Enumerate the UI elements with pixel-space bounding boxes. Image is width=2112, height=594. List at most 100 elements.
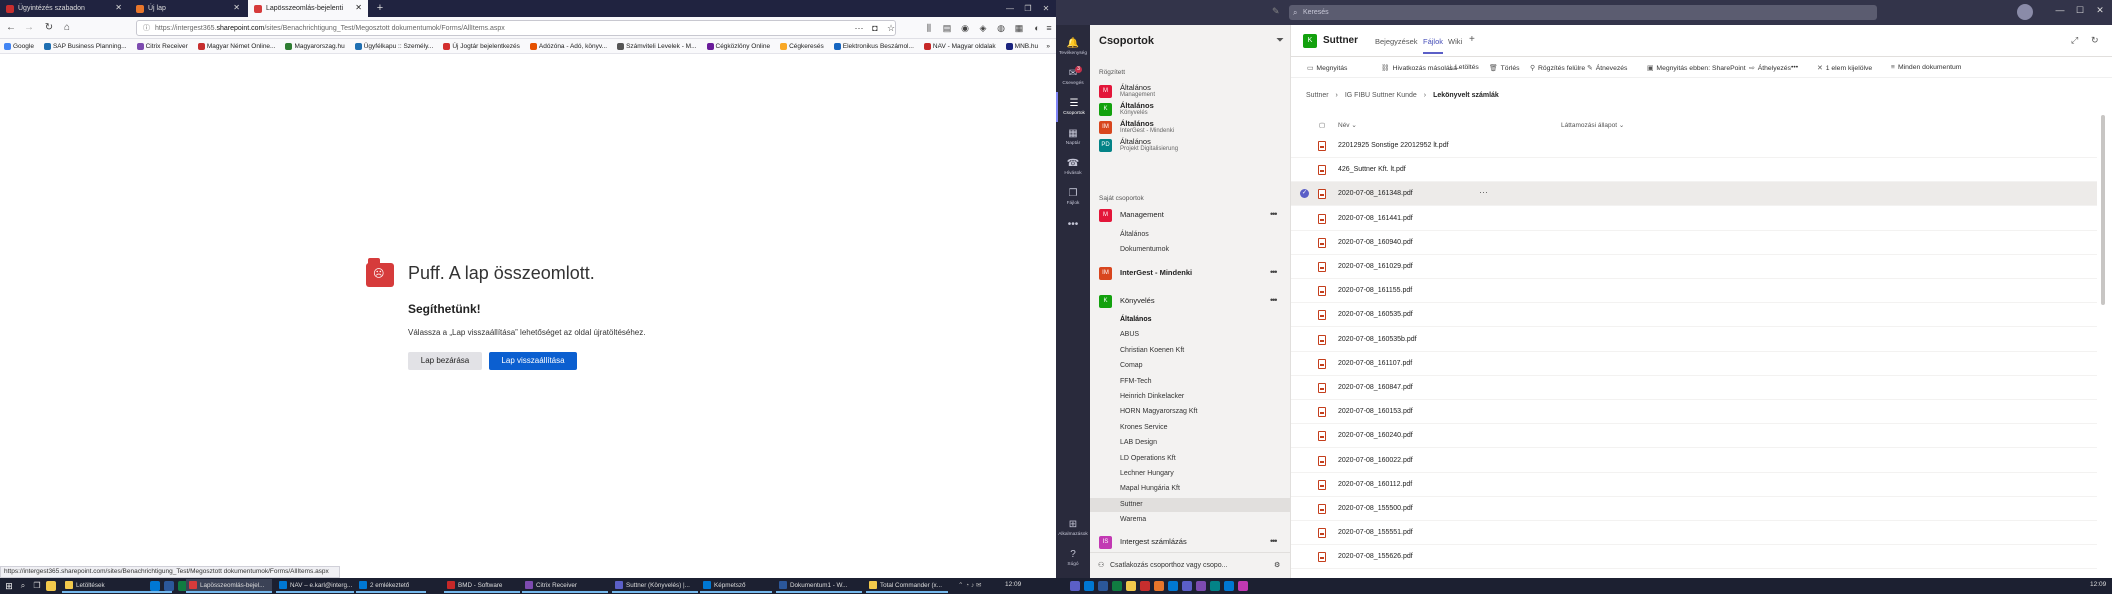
bookmark-item[interactable]: Cégkeresés — [780, 42, 824, 50]
bookmark-item[interactable]: NAV - Magyar oldalak — [923, 42, 996, 50]
pinned-channel[interactable]: K Általános Könyvelés — [1099, 101, 1285, 119]
close-window-icon[interactable]: ✕ — [1038, 0, 1054, 17]
bookmark-item[interactable]: Citrix Receiver — [136, 42, 188, 50]
file-row[interactable]: 2020-07-08_161155.pdf — [1291, 279, 2097, 304]
close-tab-button[interactable]: Lap bezárása — [408, 352, 482, 370]
download-button[interactable]: ⤓ Letöltés — [1449, 64, 1479, 72]
pin-button[interactable]: ⚲ Rögzítés felülre — [1530, 64, 1585, 72]
channel-item[interactable]: HORN Magyarorszag Kft — [1120, 408, 1197, 415]
extension-icon[interactable]: ◍ — [994, 21, 1008, 35]
pinned-channel[interactable]: M Általános Management — [1099, 83, 1285, 101]
tab-close-icon[interactable]: ✕ — [115, 4, 122, 12]
close-window-icon[interactable]: ✕ — [2092, 5, 2108, 16]
view-selector[interactable]: ≡ Minden dokumentum — [1891, 64, 1961, 71]
channel-item[interactable]: Mapal Hungária Kft — [1120, 485, 1180, 492]
expand-icon[interactable]: ⤢ — [2071, 35, 2078, 46]
channel-item[interactable]: Dokumentumok — [1120, 246, 1169, 253]
open-in-sharepoint-button[interactable]: ▣ Megnyitás ebben: SharePoint — [1647, 64, 1746, 72]
compose-icon[interactable]: ✎ — [1272, 6, 1280, 17]
file-type-column-icon[interactable]: ▢ — [1319, 121, 1325, 129]
bookmark-item[interactable]: Új Jogtár bejelentkezés — [443, 42, 520, 50]
maximize-icon[interactable]: ❐ — [1020, 0, 1036, 17]
browser-tab[interactable]: Új lap ✕ — [130, 0, 246, 17]
taskbar-item[interactable]: 2 emlékeztető — [356, 579, 426, 593]
url-bar[interactable]: ⓘ https://intergest365.sharepoint.com/si… — [136, 20, 896, 36]
app-icon[interactable] — [1168, 581, 1178, 591]
column-status[interactable]: Láttamozási állapot ⌄ — [1561, 121, 1624, 129]
team-item[interactable]: IS Intergest számlázás ••• — [1099, 534, 1285, 552]
app-icon[interactable] — [1238, 581, 1248, 591]
tab-close-icon[interactable]: ✕ — [355, 4, 362, 12]
open-button[interactable]: ▭ Megnyitás — [1307, 64, 1347, 72]
taskbar-item[interactable]: BMD - Software — [444, 579, 520, 593]
tab-files[interactable]: Fájlok — [1423, 37, 1444, 54]
app-icon[interactable] — [1182, 581, 1192, 591]
more-options-icon[interactable]: ⋯ — [1479, 187, 1488, 198]
taskbar-item[interactable]: Letöltések — [62, 579, 172, 593]
scrollbar[interactable] — [2101, 115, 2105, 305]
rail-súgó[interactable]: ? Súgó — [1056, 543, 1090, 573]
column-name[interactable]: Név ⌄ — [1338, 121, 1357, 129]
file-row[interactable]: 2020-07-08_160940.pdf — [1291, 231, 2097, 255]
teams-taskbar-icon[interactable] — [1070, 581, 1080, 591]
bookmark-item[interactable]: Elektronikus Beszámol... — [833, 42, 914, 50]
excel-icon[interactable] — [1112, 581, 1122, 591]
bookmark-item[interactable]: Számviteli Levelek - M... — [617, 42, 697, 50]
file-explorer-icon[interactable] — [46, 581, 56, 591]
bookmark-item[interactable]: SAP Business Planning... — [43, 42, 127, 50]
browser-tab[interactable]: Ügyintézés szabadon ✕ — [0, 0, 128, 17]
bookmark-item[interactable]: Adózóna - Adó, könyv... — [529, 42, 607, 50]
maximize-icon[interactable]: ☐ — [2072, 5, 2088, 16]
bookmark-item[interactable]: Ügyfélkapu :: Személy... — [354, 42, 433, 50]
more-options-icon[interactable]: ••• — [1270, 267, 1278, 277]
file-row[interactable]: ✓ ⋯ 2020-07-08_161348.pdf — [1291, 182, 2097, 207]
rail-csevegés[interactable]: ✉ Csevegés 3 — [1056, 62, 1090, 92]
bookmark-item[interactable]: Cégközlöny Online — [706, 42, 770, 50]
taskbar-item[interactable]: Total Commander (x... — [866, 579, 948, 593]
channel-item[interactable]: LAB Design — [1120, 439, 1157, 446]
channel-item[interactable]: ABUS — [1120, 331, 1139, 338]
more-options-icon[interactable]: ••• — [1270, 536, 1278, 546]
outlook-icon[interactable] — [1084, 581, 1094, 591]
firefox-icon[interactable] — [1154, 581, 1164, 591]
channel-item[interactable]: Általános — [1120, 231, 1149, 238]
rail-naptár[interactable]: ▦ Naptár — [1056, 122, 1090, 152]
app-icon[interactable] — [1224, 581, 1234, 591]
minimize-icon[interactable]: — — [2052, 5, 2068, 15]
file-row[interactable]: 2020-07-08_155626.pdf — [1291, 545, 2097, 570]
file-row[interactable]: 2020-07-08_161107.pdf — [1291, 352, 2097, 376]
channel-item[interactable]: LD Operations Kft — [1120, 455, 1176, 462]
taskbar-item[interactable]: Lapösszeomlás-bejel... — [186, 579, 272, 593]
channel-item[interactable]: Lechner Hungary — [1120, 470, 1174, 477]
more-options-button[interactable]: ••• — [1791, 64, 1798, 71]
add-tab-icon[interactable]: + — [1469, 34, 1475, 45]
page-actions-icon[interactable]: ⋯ — [852, 21, 866, 35]
team-item[interactable]: IM InterGest - Mindenki ••• — [1099, 265, 1285, 283]
rail-hívások[interactable]: ☎ Hívások — [1056, 152, 1090, 182]
rail-csoportok[interactable]: ☰ Csoportok — [1056, 92, 1090, 122]
file-row[interactable]: 426_Suttner Kft. lt.pdf — [1291, 158, 2097, 183]
channel-item[interactable]: FFM-Tech — [1120, 378, 1152, 385]
minimize-icon[interactable]: — — [1002, 0, 1018, 17]
channel-item[interactable]: Comap — [1120, 362, 1143, 369]
forward-icon[interactable]: → — [22, 21, 36, 35]
file-row[interactable]: 2020-07-08_160240.pdf — [1291, 424, 2097, 449]
channel-item[interactable]: Warema — [1120, 516, 1146, 523]
app-icon[interactable] — [1196, 581, 1206, 591]
system-clock[interactable]: 12:09 — [1005, 581, 1021, 588]
start-icon[interactable]: ⊞ — [4, 581, 14, 591]
file-row[interactable]: 2020-07-08_160112.pdf — [1291, 473, 2097, 497]
checkmark-icon[interactable]: ✓ — [1300, 189, 1309, 199]
file-row[interactable]: 2020-07-08_160535.pdf — [1291, 303, 2097, 328]
channel-item[interactable]: Christian Koenen Kft — [1120, 347, 1184, 354]
system-tray-icons[interactable]: ⌃ ◔ ♪ ✉ — [958, 581, 982, 589]
reload-icon[interactable]: ↻ — [42, 21, 56, 35]
tab-posts[interactable]: Bejegyzések — [1375, 37, 1418, 46]
rail-alkalmazások[interactable]: ⊞ Alkalmazások — [1056, 513, 1090, 543]
app-icon[interactable] — [1210, 581, 1220, 591]
refresh-icon[interactable]: ↻ — [2091, 35, 2099, 46]
browser-tab-active[interactable]: Lapösszeomlás-bejelenti ✕ — [248, 0, 368, 17]
file-row[interactable]: 2020-07-08_160847.pdf — [1291, 376, 2097, 400]
bookmark-star-icon[interactable]: ☆ — [884, 21, 898, 35]
channel-item[interactable]: Krones Service — [1120, 424, 1167, 431]
